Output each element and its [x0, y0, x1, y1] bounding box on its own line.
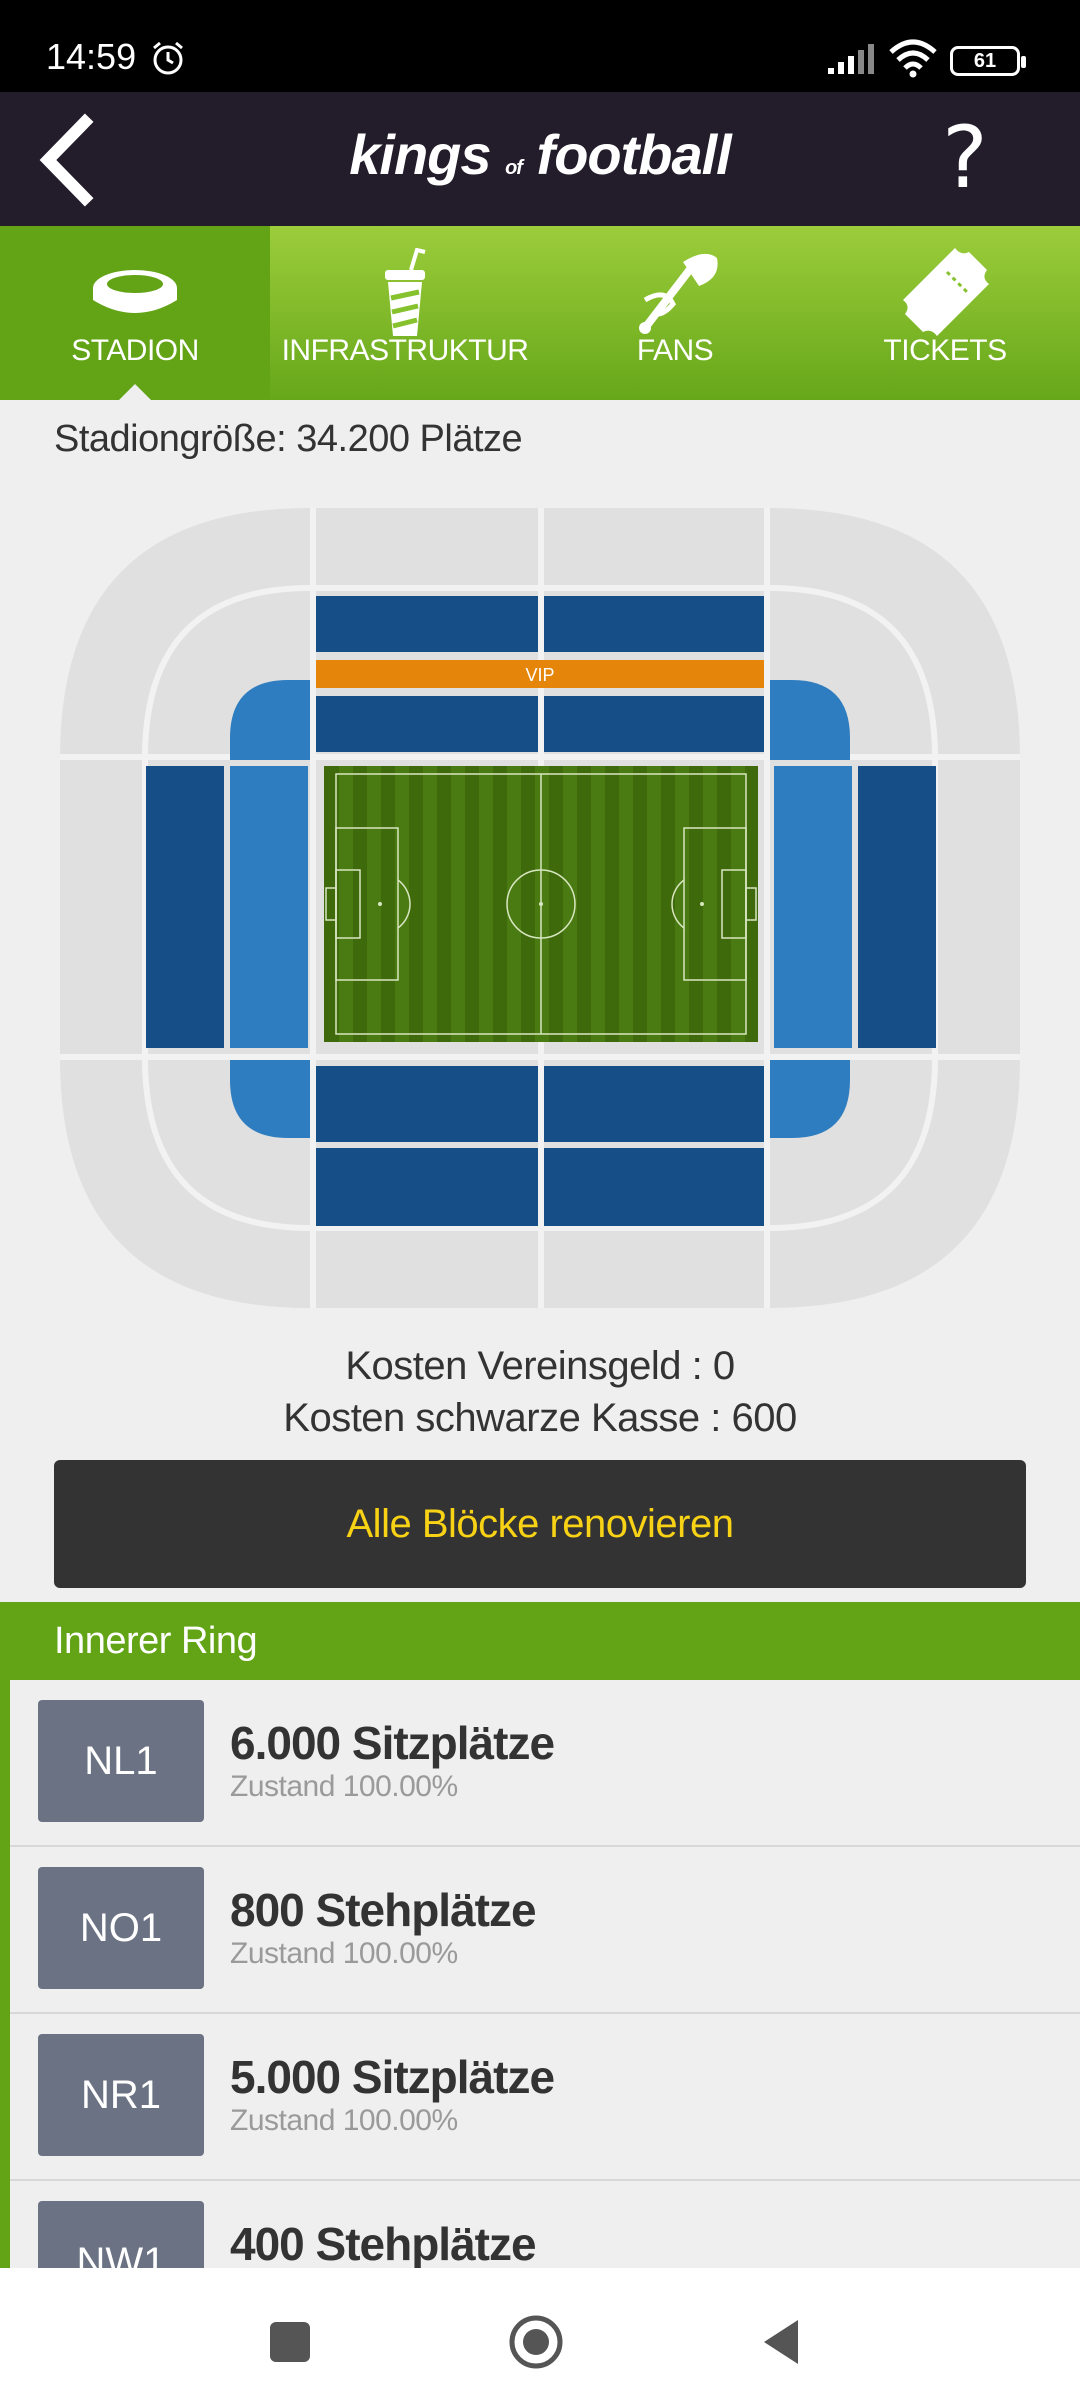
- back-triangle-icon[interactable]: [754, 2312, 814, 2372]
- block-code-badge: NO1: [38, 1867, 204, 1989]
- stadium-svg: VIP: [60, 508, 1020, 1308]
- block-east-outer[interactable]: [858, 766, 936, 1048]
- block-capacity: 5.000 Sitzplätze: [230, 2051, 555, 2103]
- wifi-icon: [889, 39, 937, 78]
- tab-tickets[interactable]: TICKETS: [810, 226, 1080, 400]
- cost-club-money: Kosten Vereinsgeld : 0: [345, 1344, 735, 1388]
- block-west-inner[interactable]: [230, 766, 308, 1048]
- block-north-upper-right[interactable]: [544, 596, 764, 652]
- status-time: 14:59: [46, 36, 137, 77]
- list-item[interactable]: NO1 800 Stehplätze Zustand 100.00%: [10, 1847, 1080, 2014]
- block-west-outer[interactable]: [146, 766, 224, 1048]
- logo-of: of: [505, 157, 523, 179]
- drink-cup-icon: [385, 248, 426, 336]
- list-item[interactable]: NW1 400 Stehplätze: [10, 2181, 1080, 2268]
- list-item[interactable]: NR1 5.000 Sitzplätze Zustand 100.00%: [10, 2014, 1080, 2181]
- tab-tickets-label: TICKETS: [883, 334, 1007, 367]
- block-condition: Zustand 100.00%: [230, 1770, 458, 1803]
- block-condition: Zustand 100.00%: [230, 1937, 458, 1970]
- block-code-badge: NL1: [38, 1700, 204, 1822]
- tab-infrastruktur[interactable]: INFRASTRUKTUR: [270, 226, 540, 400]
- football-pitch: [324, 766, 758, 1042]
- alarm-icon: [153, 41, 183, 75]
- renovate-all-button[interactable]: Alle Blöcke renovieren: [54, 1460, 1026, 1588]
- ticket-icon: [903, 248, 989, 336]
- logo-football: football: [536, 123, 732, 186]
- block-code-badge: NW1: [38, 2201, 204, 2268]
- system-nav-bar: [0, 2268, 1080, 2400]
- status-bar: 14:59 61: [0, 0, 1080, 92]
- stadium-map: VIP: [60, 508, 1020, 1308]
- horn-icon: [639, 253, 718, 334]
- renovation-costs: Kosten Vereinsgeld : 0 Kosten schwarze K…: [0, 1340, 1080, 1444]
- block-capacity: 6.000 Sitzplätze: [230, 1717, 555, 1769]
- block-south-lower-right[interactable]: [544, 1148, 764, 1226]
- stadium-icon: [93, 270, 177, 313]
- tab-infrastruktur-label: INFRASTRUKTUR: [281, 334, 529, 367]
- block-condition: Zustand 100.00%: [230, 2104, 458, 2137]
- block-south-upper-right[interactable]: [544, 1066, 764, 1142]
- recents-square-icon[interactable]: [260, 2312, 320, 2372]
- help-button[interactable]: ?: [930, 108, 1000, 208]
- vip-label: VIP: [525, 665, 554, 685]
- block-capacity: 800 Stehplätze: [230, 1884, 537, 1936]
- block-north-lower-left[interactable]: [316, 696, 538, 752]
- app-header: kings of football ?: [0, 92, 1080, 226]
- block-south-lower-left[interactable]: [316, 1148, 538, 1226]
- block-code-badge: NR1: [38, 2034, 204, 2156]
- stadium-size-text: Stadiongröße: 34.200 Plätze: [54, 418, 523, 460]
- tab-stadion-label: STADION: [71, 334, 199, 367]
- tab-bar: STADION INFRASTRUKTUR FANS TICKETS: [0, 226, 1080, 400]
- battery-icon: 61: [950, 46, 1026, 76]
- tab-stadion[interactable]: STADION: [0, 226, 270, 400]
- tab-fans[interactable]: FANS: [540, 226, 810, 400]
- block-east-inner[interactable]: [774, 766, 852, 1048]
- block-capacity: 400 Stehplätze: [230, 2218, 537, 2268]
- home-circle-icon[interactable]: [506, 2312, 566, 2372]
- tab-fans-label: FANS: [636, 334, 714, 367]
- list-item[interactable]: NL1 6.000 Sitzplätze Zustand 100.00%: [10, 1680, 1080, 1847]
- app-logo: kings of football: [0, 122, 1080, 187]
- logo-kings: kings: [349, 123, 491, 186]
- ring-header: Innerer Ring: [0, 1602, 1080, 1680]
- block-south-upper-left[interactable]: [316, 1066, 538, 1142]
- block-north-upper-left[interactable]: [316, 596, 538, 652]
- block-list: NL1 6.000 Sitzplätze Zustand 100.00% NO1…: [0, 1680, 1080, 2268]
- cost-black-money: Kosten schwarze Kasse : 600: [283, 1396, 797, 1440]
- block-north-lower-right[interactable]: [544, 696, 764, 752]
- signal-icon: [828, 44, 874, 74]
